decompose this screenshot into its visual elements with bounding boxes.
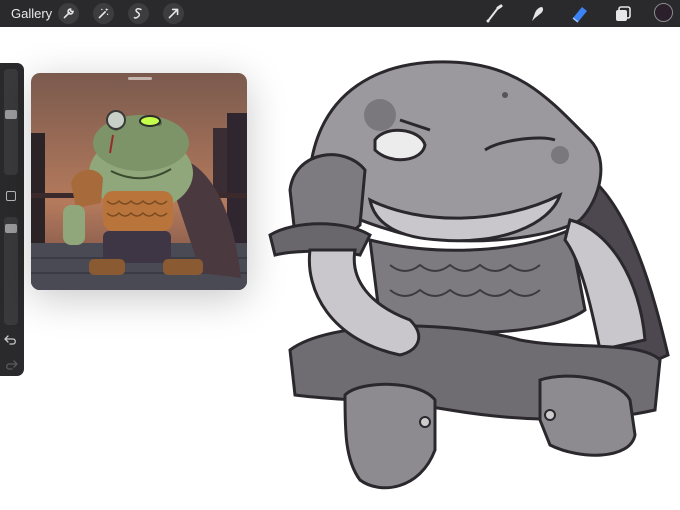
wrench-icon <box>63 8 74 19</box>
reference-window[interactable] <box>31 73 247 290</box>
undo-icon[interactable] <box>4 334 18 346</box>
magic-wand-icon <box>98 7 109 19</box>
actions-button[interactable] <box>58 3 79 24</box>
reference-image <box>31 73 247 290</box>
transform-arrow-icon <box>168 8 179 19</box>
brush-icon[interactable] <box>484 4 504 24</box>
brush-size-slider[interactable] <box>4 69 18 175</box>
adjustments-button[interactable] <box>93 3 114 24</box>
redo-icon[interactable] <box>4 359 18 371</box>
opacity-slider[interactable] <box>4 217 18 325</box>
modify-button[interactable] <box>6 191 16 201</box>
selection-icon <box>133 8 142 19</box>
left-sidebar <box>0 63 24 376</box>
color-picker-button[interactable] <box>654 3 673 22</box>
reference-drag-handle[interactable] <box>128 77 152 80</box>
layers-icon[interactable] <box>613 4 633 24</box>
selection-button[interactable] <box>128 3 149 24</box>
eraser-icon[interactable] <box>570 4 590 24</box>
canvas-drawing[interactable] <box>250 50 680 510</box>
brush-size-thumb[interactable] <box>5 110 17 119</box>
smudge-icon[interactable] <box>527 4 547 24</box>
opacity-thumb[interactable] <box>5 224 17 233</box>
gallery-button[interactable]: Gallery <box>11 6 52 21</box>
transform-button[interactable] <box>163 3 184 24</box>
top-toolbar: Gallery <box>0 0 680 27</box>
